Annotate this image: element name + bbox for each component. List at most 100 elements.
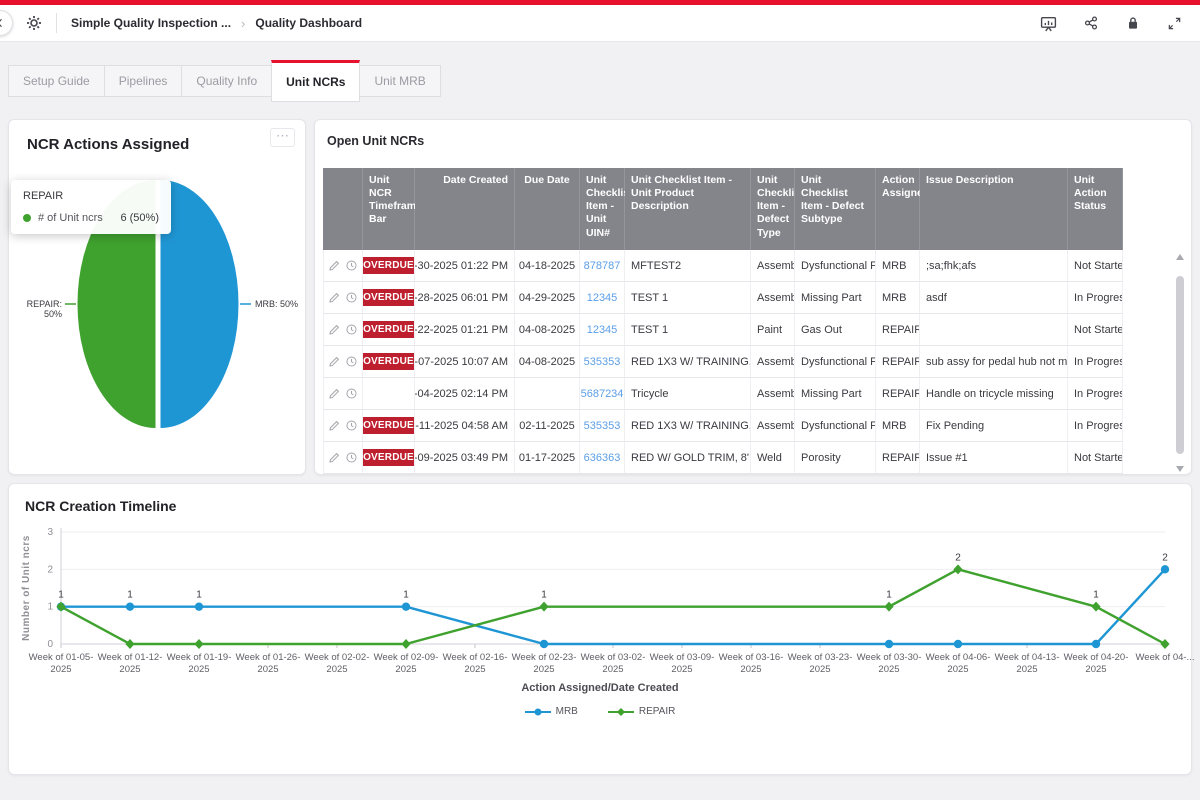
y-tick-label: 3: [47, 527, 53, 538]
scrollbar-thumb[interactable]: [1176, 276, 1184, 454]
data-point-repair: [539, 602, 548, 612]
overdue-badge: OVERDUE: [363, 289, 415, 306]
timeframe-cell: OVERDUE: [363, 442, 415, 474]
point-label: 1: [127, 590, 133, 601]
data-point-repair: [401, 639, 410, 649]
edit-icon[interactable]: [328, 419, 341, 432]
scroll-down-icon[interactable]: [1176, 466, 1184, 472]
x-tick-label: Week of 03-30-: [857, 652, 922, 663]
column-header: Unit Checklist Item - Defect Subtype: [795, 168, 876, 250]
history-icon[interactable]: [345, 387, 358, 400]
x-tick-label: Week of 01-19-: [167, 652, 232, 663]
status-cell: Not Started: [1068, 314, 1123, 346]
x-tick-label: Week of 01-05-: [29, 652, 94, 663]
x-tick-label: Week of 04-06-: [926, 652, 991, 663]
action-assigned-cell: REPAIR: [876, 442, 920, 474]
defect-type-cell: Paint: [751, 314, 795, 346]
x-tick-label-year: 2025: [326, 664, 347, 675]
table-row: OVERDUE01-09-2025 03:49 PM01-17-20256363…: [323, 442, 1123, 474]
tab-unit-ncrs[interactable]: Unit NCRs: [271, 60, 360, 102]
y-tick-label: 1: [47, 602, 53, 613]
pie-slice-mrb[interactable]: [161, 180, 239, 428]
uin-link[interactable]: 878787: [580, 250, 625, 282]
header: Simple Quality Inspection ... › Quality …: [0, 5, 1200, 42]
edit-icon[interactable]: [328, 259, 341, 272]
lock-icon[interactable]: [1125, 15, 1141, 31]
tooltip-value: 6 (50%): [120, 212, 159, 224]
data-point-repair: [884, 602, 893, 612]
table-row: OVERDUE04-30-2025 01:22 PM04-18-20258787…: [323, 250, 1123, 282]
date-created-cell: 04-22-2025 01:21 PM: [415, 314, 515, 346]
tooltip-title: REPAIR: [23, 190, 159, 202]
share-icon[interactable]: [1083, 15, 1099, 31]
breadcrumb-app[interactable]: Simple Quality Inspection ...: [71, 16, 231, 30]
defect-subtype-cell: Missing Part: [795, 282, 876, 314]
product-cell: TEST 1: [625, 282, 751, 314]
uin-link[interactable]: 535353: [580, 410, 625, 442]
x-tick-label-year: 2025: [671, 664, 692, 675]
line-chart[interactable]: 0123Week of 01-05-2025Week of 01-12-2025…: [17, 522, 1175, 678]
defect-type-cell: Weld: [751, 442, 795, 474]
gear-icon[interactable]: [26, 15, 42, 31]
scroll-up-icon[interactable]: [1176, 254, 1184, 260]
edit-icon[interactable]: [328, 355, 341, 368]
tab-quality-info[interactable]: Quality Info: [181, 65, 272, 97]
edit-icon[interactable]: [328, 451, 341, 464]
overdue-badge: OVERDUE: [363, 257, 415, 274]
table-scrollbar[interactable]: [1175, 252, 1185, 474]
uin-link[interactable]: 12345: [580, 314, 625, 346]
x-tick-label: Week of 02-16-: [443, 652, 508, 663]
expand-icon[interactable]: [1167, 16, 1182, 31]
uin-link[interactable]: 12345: [580, 282, 625, 314]
due-date-cell: [515, 378, 580, 410]
edit-icon[interactable]: [328, 323, 341, 336]
back-button[interactable]: [0, 10, 13, 36]
header-actions: [1040, 15, 1182, 32]
defect-type-cell: Assembly: [751, 282, 795, 314]
x-tick-label-year: 2025: [533, 664, 554, 675]
breadcrumb-page: Quality Dashboard: [255, 16, 362, 30]
timeframe-cell: OVERDUE: [363, 314, 415, 346]
overdue-badge: OVERDUE: [363, 417, 415, 434]
history-icon[interactable]: [345, 419, 358, 432]
x-tick-label-year: 2025: [947, 664, 968, 675]
product-cell: RED 1X3 W/ TRAINING, KIDS 3': [625, 346, 751, 378]
uin-link[interactable]: 5687234: [580, 378, 625, 410]
timeframe-cell: OVERDUE: [363, 410, 415, 442]
tab-bar: Setup GuidePipelinesQuality InfoUnit NCR…: [0, 60, 1200, 97]
open-ncrs-panel: Open Unit NCRs Unit NCR Timeframe BarDat…: [314, 119, 1192, 475]
y-axis-title: Number of Unit ncrs: [21, 535, 32, 641]
pie-chart[interactable]: [9, 120, 307, 476]
x-tick-label-year: 2025: [257, 664, 278, 675]
due-date-cell: 04-08-2025: [515, 314, 580, 346]
uin-link[interactable]: 636363: [580, 442, 625, 474]
tab-setup-guide[interactable]: Setup Guide: [8, 65, 105, 97]
display-icon[interactable]: [1040, 15, 1057, 32]
defect-type-cell: Assembly: [751, 346, 795, 378]
history-icon[interactable]: [345, 323, 358, 336]
legend-item-mrb[interactable]: MRB: [525, 706, 578, 717]
date-created-cell: 01-09-2025 03:49 PM: [415, 442, 515, 474]
tab-pipelines[interactable]: Pipelines: [104, 65, 183, 97]
status-cell: In Progress: [1068, 410, 1123, 442]
edit-icon[interactable]: [328, 291, 341, 304]
defect-subtype-cell: Gas Out: [795, 314, 876, 346]
history-icon[interactable]: [345, 355, 358, 368]
point-label: 2: [955, 552, 961, 563]
ncr-actions-panel: NCR Actions Assigned ⋯ REPAIR: 50% MRB: …: [8, 119, 306, 475]
history-icon[interactable]: [345, 451, 358, 464]
edit-icon[interactable]: [328, 387, 341, 400]
date-created-cell: 04-28-2025 06:01 PM: [415, 282, 515, 314]
tab-unit-mrb[interactable]: Unit MRB: [359, 65, 440, 97]
action-assigned-cell: MRB: [876, 410, 920, 442]
x-tick-label-year: 2025: [740, 664, 761, 675]
uin-link[interactable]: 535353: [580, 346, 625, 378]
history-icon[interactable]: [345, 291, 358, 304]
x-tick-label: Week of 01-12-: [98, 652, 163, 663]
issue-cell: Issue #1: [920, 442, 1068, 474]
table-row: 04-04-2025 02:14 PM5687234TricycleAssemb…: [323, 378, 1123, 410]
legend-item-repair[interactable]: REPAIR: [608, 706, 676, 717]
column-header: Unit Checklist Item - Unit Product Descr…: [625, 168, 751, 250]
history-icon[interactable]: [345, 259, 358, 272]
x-tick-label-year: 2025: [1085, 664, 1106, 675]
